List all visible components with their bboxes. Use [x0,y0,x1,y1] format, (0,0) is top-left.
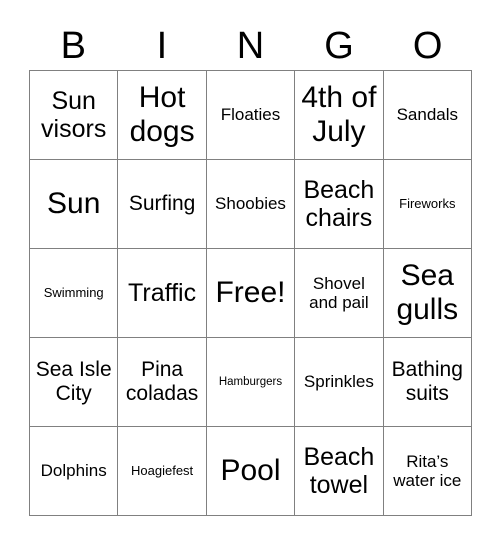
bingo-cell-o-4[interactable]: Bathing suits [383,338,472,427]
bingo-cell-i-4[interactable]: Pina coladas [118,338,207,427]
bingo-cell-label: Pool [220,454,281,488]
bingo-cell-label: Beach towel [303,443,375,499]
bingo-cell-n-4[interactable]: Hamburgers [206,338,296,427]
bingo-cell-label: Hoagiefest [131,462,194,478]
bingo-cell-label: 4th of July [301,81,377,148]
bingo-cell-o-1[interactable]: Sandals [383,71,472,160]
bingo-cell-label: Sprinkles [303,372,374,392]
bingo-cell-label: Traffic [128,279,197,307]
bingo-header: B I N G O [29,22,472,70]
bingo-cell-label: Shoobies [215,194,286,214]
bingo-grid: Sun visors Hot dogs Floaties 4th of July San… [29,70,472,516]
bingo-cell-o-2[interactable]: Fireworks [383,160,472,249]
bingo-cell-label: Beach chairs [303,176,375,232]
bingo-cell-g-2[interactable]: Beach chairs [295,160,384,249]
bingo-cell-label: Rita’s water ice [393,451,462,490]
bingo-cell-label: Sun [47,187,101,221]
bingo-cell-b-2[interactable]: Sun [30,160,119,249]
bingo-cell-label: Bathing suits [391,358,463,405]
bingo-cell-label: Sea gulls [396,259,459,326]
bingo-cell-b-1[interactable]: Sun visors [30,71,119,160]
header-letter-n: N [236,25,265,67]
bingo-cell-b-4[interactable]: Sea Isle City [30,338,119,427]
bingo-cell-label: Fireworks [399,195,456,211]
bingo-cell-b-3[interactable]: Swimming [30,249,119,338]
bingo-cell-label: Hamburgers [218,375,283,388]
bingo-cell-label: Sun visors [41,87,107,143]
bingo-cell-label: Hot dogs [129,81,195,148]
header-letter-o: O [412,25,443,67]
bingo-cell-label: Surfing [128,192,196,216]
bingo-cell-label: Sea Isle City [35,358,112,405]
bingo-cell-label: Free! [215,276,286,310]
bingo-cell-n-2[interactable]: Shoobies [206,160,296,249]
bingo-cell-label: Dolphins [40,461,107,481]
bingo-cell-g-3[interactable]: Shovel and pail [295,249,384,338]
bingo-cell-label: Floaties [220,105,281,125]
header-letter-b: B [60,25,86,67]
bingo-cell-g-4[interactable]: Sprinkles [295,338,384,427]
header-letter-i: I [156,25,168,67]
bingo-cell-n-5[interactable]: Pool [206,427,296,516]
bingo-cell-g-1[interactable]: 4th of July [295,71,384,160]
bingo-cell-o-3[interactable]: Sea gulls [383,249,472,338]
bingo-cell-o-5[interactable]: Rita’s water ice [383,427,472,516]
bingo-cell-i-3[interactable]: Traffic [118,249,207,338]
bingo-cell-g-5[interactable]: Beach towel [295,427,384,516]
header-letter-g: G [324,25,354,67]
bingo-cell-label: Sandals [396,105,459,125]
bingo-cell-i-5[interactable]: Hoagiefest [118,427,207,516]
bingo-cell-b-5[interactable]: Dolphins [30,427,119,516]
bingo-cell-n-1[interactable]: Floaties [206,71,296,160]
bingo-cell-label: Shovel and pail [309,273,369,312]
bingo-cell-label: Swimming [43,284,104,300]
bingo-card: B I N G O Sun visors Hot dogs Floaties 4th … [0,0,500,544]
bingo-cell-i-1[interactable]: Hot dogs [118,71,207,160]
bingo-cell-n-3[interactable]: Free! [206,249,296,338]
bingo-cell-label: Pina coladas [125,358,199,405]
bingo-cell-i-2[interactable]: Surfing [118,160,207,249]
